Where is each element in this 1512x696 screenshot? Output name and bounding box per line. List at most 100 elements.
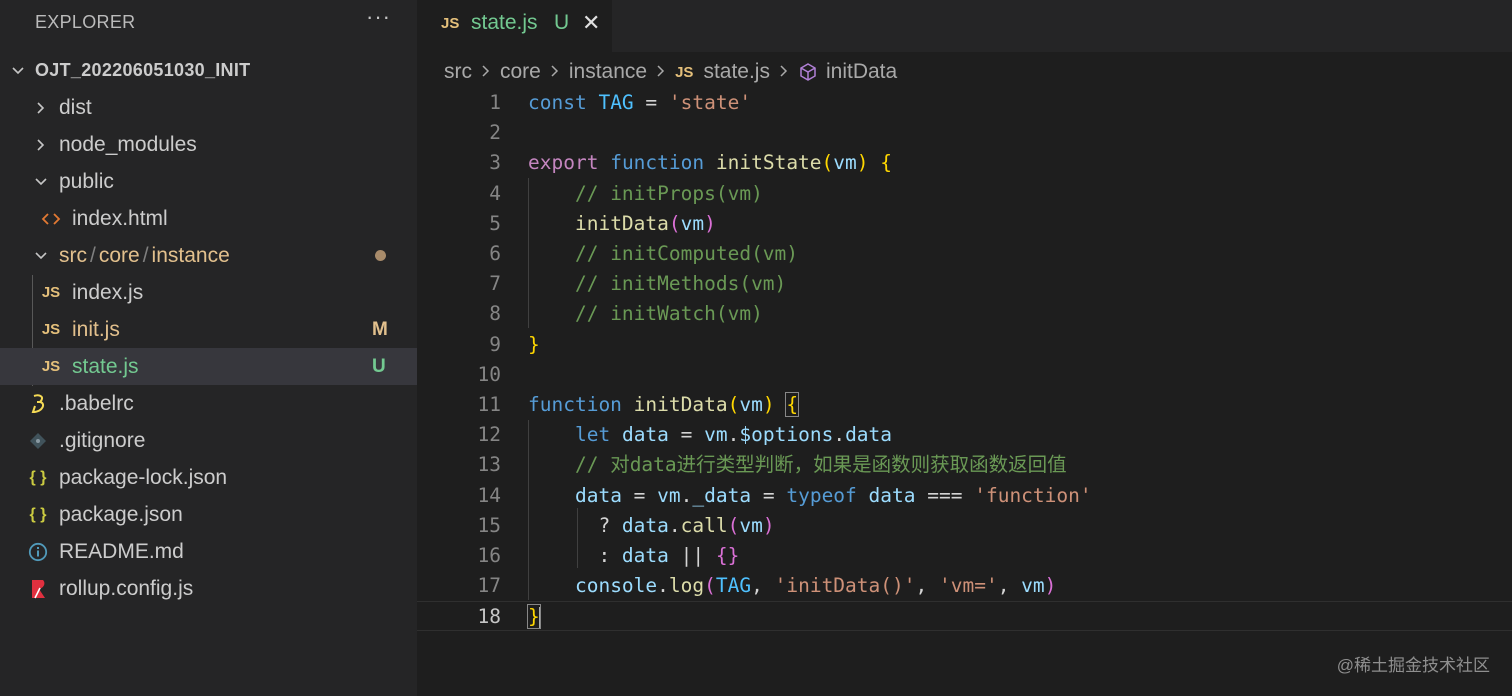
root-folder[interactable]: OJT_202206051030_INIT xyxy=(0,52,417,89)
tab-state-js[interactable]: JS state.js U ✕ xyxy=(417,0,612,52)
tree-file-init-js[interactable]: JS init.js M xyxy=(0,311,417,348)
tree-file-index-html[interactable]: index.html xyxy=(0,200,417,237)
tree-folder-node-modules[interactable]: node_modules xyxy=(0,126,417,163)
tree-file-package-json[interactable]: { } package.json xyxy=(0,496,417,533)
tree-file-readme[interactable]: README.md xyxy=(0,533,417,570)
line-number: 7 xyxy=(489,272,501,296)
code-token: ) xyxy=(762,393,775,416)
code-line[interactable]: 16 : data || {} xyxy=(417,541,1512,571)
code-line[interactable]: 11 function initData(vm) { xyxy=(417,390,1512,420)
tree-file-package-lock-json[interactable]: { } package-lock.json xyxy=(0,459,417,496)
tree-label: init.js xyxy=(72,317,120,341)
breadcrumb: src core instance JS state.js initData xyxy=(444,58,897,86)
tree-label: index.js xyxy=(72,280,144,304)
code-line[interactable]: 7 // initMethods(vm) xyxy=(417,269,1512,299)
code-line[interactable]: 1 const TAG = 'state' xyxy=(417,88,1512,118)
tree-folder-src-core-instance[interactable]: src / core / instance xyxy=(0,237,417,274)
tree-file-babelrc[interactable]: .babelrc xyxy=(0,385,417,422)
code-token: // initProps(vm) xyxy=(574,181,763,205)
tree-label: dist xyxy=(59,95,92,119)
code-token: . xyxy=(727,423,740,447)
code-token: ( xyxy=(727,393,740,416)
code-token: data xyxy=(845,423,893,447)
code-token: $options xyxy=(739,423,834,447)
code-token: initData xyxy=(633,393,728,416)
breadcrumb-item-core[interactable]: core xyxy=(500,60,541,84)
code-line[interactable]: 2 xyxy=(417,118,1512,148)
tab-git-status: U xyxy=(554,11,570,34)
code-text: const TAG = 'state' xyxy=(528,88,751,118)
code-token: ( xyxy=(727,513,740,537)
line-number: 3 xyxy=(489,151,501,175)
code-token: 'vm=' xyxy=(938,574,998,598)
code-line[interactable]: 8 // initWatch(vm) xyxy=(417,299,1512,329)
line-number: 4 xyxy=(489,181,501,205)
code-token: export xyxy=(528,151,599,175)
more-actions-icon[interactable]: ··· xyxy=(366,4,391,30)
code-token: initState xyxy=(715,151,822,175)
tree-label: index.html xyxy=(72,206,168,230)
code-line[interactable]: 10 xyxy=(417,360,1512,390)
code-token: function xyxy=(610,151,705,175)
tree-file-state-js[interactable]: JS state.js U xyxy=(0,348,417,385)
modified-dot-icon xyxy=(375,250,386,261)
line-number: 17 xyxy=(477,574,501,598)
tree-file-rollup-config-js[interactable]: rollup.config.js xyxy=(0,570,417,607)
code-text: function initData(vm) { xyxy=(528,390,800,420)
code-token: let xyxy=(574,423,611,447)
code-line[interactable]: 12 let data = vm.$options.data xyxy=(417,420,1512,450)
tree-file-index-js[interactable]: JS index.js xyxy=(0,274,417,311)
breadcrumb-item-file[interactable]: state.js xyxy=(703,60,770,84)
code-token: vm xyxy=(739,513,763,537)
close-icon[interactable]: ✕ xyxy=(582,10,600,36)
tree-folder-public[interactable]: public xyxy=(0,163,417,200)
code-token: console xyxy=(574,574,658,598)
tree-label: .gitignore xyxy=(59,428,146,452)
line-number: 1 xyxy=(489,91,501,114)
code-line[interactable]: 5 initData(vm) xyxy=(417,209,1512,239)
line-number: 13 xyxy=(477,453,501,477)
code-token: // initWatch(vm) xyxy=(574,302,763,326)
breadcrumb-item-src[interactable]: src xyxy=(444,60,472,84)
code-line[interactable]: 6 // initComputed(vm) xyxy=(417,239,1512,269)
code-token: vm xyxy=(739,393,763,416)
code-line[interactable]: 15 ? data.call(vm) xyxy=(417,511,1512,541)
code-text: // initComputed(vm) xyxy=(528,239,798,269)
code-line[interactable]: 9} xyxy=(417,330,1512,360)
js-file-icon: JS xyxy=(41,321,61,338)
line-number: 8 xyxy=(489,302,501,326)
code-token: // 对data进行类型判断，如果是函数则获取函数返回值 xyxy=(574,453,1067,477)
code-editor[interactable]: 1 const TAG = 'state' 2 3 export function in… xyxy=(417,88,1512,648)
code-line[interactable]: 17 console.log(TAG, 'initData()', 'vm=',… xyxy=(417,571,1512,601)
breadcrumb-item-symbol[interactable]: initData xyxy=(826,60,897,84)
git-file-icon xyxy=(27,430,49,452)
html-file-icon xyxy=(40,208,62,230)
tree-folder-dist[interactable]: dist xyxy=(0,89,417,126)
breadcrumb-item-instance[interactable]: instance xyxy=(569,60,647,84)
code-token: = xyxy=(621,483,658,507)
code-text: // initProps(vm) xyxy=(528,179,763,209)
code-text: // 对data进行类型判断，如果是函数则获取函数返回值 xyxy=(528,450,1067,480)
js-file-icon: JS xyxy=(41,358,61,375)
code-text: data = vm._data = typeof data === 'funct… xyxy=(528,481,1092,511)
line-number: 5 xyxy=(489,211,501,235)
tree-label: node_modules xyxy=(59,132,197,156)
code-token: || xyxy=(668,544,716,567)
chevron-right-icon xyxy=(480,62,492,83)
code-line[interactable]: 13 // 对data进行类型判断，如果是函数则获取函数返回值 xyxy=(417,450,1512,480)
tree-file-gitignore[interactable]: .gitignore xyxy=(0,422,417,459)
code-line[interactable]: 18} xyxy=(417,601,1512,632)
code-line[interactable]: 4 // initProps(vm) xyxy=(417,179,1512,209)
line-number: 12 xyxy=(477,423,501,447)
code-token: = xyxy=(668,423,705,447)
code-token: _data xyxy=(692,483,752,507)
code-line[interactable]: 14 data = vm._data = typeof data === 'fu… xyxy=(417,481,1512,511)
code-line[interactable]: 3 export function initState(vm) { xyxy=(417,148,1512,178)
